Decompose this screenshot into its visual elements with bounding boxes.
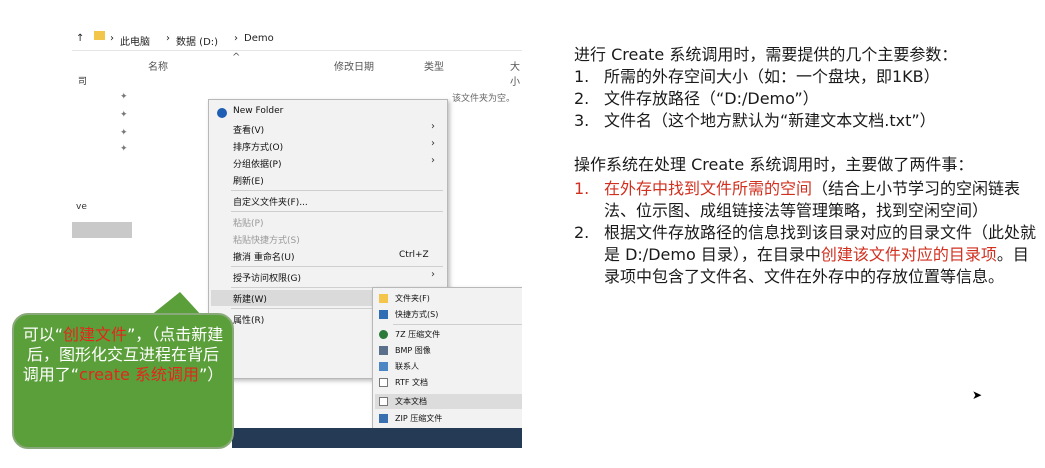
chevron-right-icon: › (234, 33, 238, 44)
chevron-right-icon: › (431, 138, 435, 149)
pin-icon[interactable]: ✦ (120, 144, 128, 154)
list-text: 文件名（这个地方默认为“新建文本文档.txt”） (604, 111, 936, 130)
sidebar-selected-item[interactable] (72, 222, 132, 238)
rtf-document-icon (379, 378, 388, 387)
up-arrow-icon[interactable]: ↑ (76, 33, 84, 44)
list-number: 1. (574, 67, 590, 86)
sidebar-label[interactable]: ve (76, 202, 87, 212)
submenu-item-zip[interactable]: ZIP 压缩文件 (395, 413, 442, 424)
new-folder-icon (217, 108, 227, 118)
list-number: 3. (574, 111, 590, 130)
submenu-item-rtf[interactable]: RTF 文档 (395, 377, 428, 388)
list-item: 2. 根据文件存放路径的信息找到该目录对应的目录文件（此处就是 D:/Demo … (574, 222, 1036, 288)
empty-folder-message: 该文件夹为空。 (452, 94, 516, 104)
breadcrumb-this-pc[interactable]: 此电脑 (120, 33, 150, 48)
list-number: 2. (574, 89, 590, 108)
list-number: 1. (574, 179, 590, 198)
menu-item-give-access[interactable]: 授予访问权限(G) (233, 271, 301, 284)
menu-item-view[interactable]: 查看(V) (233, 123, 264, 136)
menu-item-new[interactable]: 新建(W) (233, 292, 267, 305)
list-item: 1. 所需的外存空间大小（如：一个盘块，即1KB） (574, 66, 1036, 88)
list-text: 在外存中找到文件所需的空间（结合上小节学习的空闲链表法、位示图、成组链接法等管理… (604, 178, 1036, 222)
menu-item-customize-folder[interactable]: 自定义文件夹(F)... (233, 195, 308, 208)
shortcut-icon (379, 310, 388, 319)
submenu-item-text-document[interactable]: 文本文档 (395, 396, 427, 407)
text-document-icon (379, 397, 388, 406)
taskbar (232, 428, 522, 448)
chevron-right-icon: › (110, 33, 114, 44)
step2-highlight: 创建该文件对应的目录项 (820, 245, 997, 264)
folder-icon (94, 31, 105, 40)
zip-archive-icon (379, 414, 388, 423)
menu-item-paste: 粘贴(P) (233, 219, 264, 229)
callout-text: 可以“ (22, 325, 63, 344)
column-date-modified[interactable]: 修改日期 (334, 58, 374, 73)
menu-divider (231, 211, 443, 212)
folder-icon (379, 294, 388, 303)
chevron-right-icon: › (431, 269, 435, 280)
list-item: 2. 文件存放路径（“D:/Demo”） (574, 88, 1036, 110)
menu-item-group[interactable]: 分组依据(P) (233, 157, 281, 170)
chevron-right-icon: › (431, 121, 435, 132)
contact-icon (379, 362, 388, 371)
submenu-item-shortcut[interactable]: 快捷方式(S) (395, 309, 438, 320)
chevron-right-icon: › (166, 33, 170, 44)
os-intro: 操作系统在处理 Create 系统调用时，主要做了两件事： (574, 155, 974, 174)
address-bar[interactable]: ↑ › 此电脑 › 数据 (D:) › Demo (72, 28, 522, 51)
submenu-item-bmp[interactable]: BMP 图像 (395, 345, 431, 356)
pin-icon[interactable]: ✦ (120, 110, 128, 120)
breadcrumb-demo[interactable]: Demo (244, 33, 274, 44)
menu-item-refresh[interactable]: 刷新(E) (233, 174, 264, 187)
submenu-item-contact[interactable]: 联系人 (395, 361, 419, 372)
column-size[interactable]: 大小 (510, 58, 522, 88)
pin-icon[interactable]: ✦ (120, 92, 128, 102)
chevron-right-icon: › (431, 155, 435, 166)
menu-divider (231, 266, 443, 267)
menu-item-undo-rename[interactable]: 撤消 重命名(U) (233, 250, 294, 263)
mouse-cursor-icon: ➤ (972, 388, 983, 402)
breadcrumb-drive-d[interactable]: 数据 (D:) (176, 33, 218, 48)
menu-item-paste-shortcut: 粘贴快捷方式(S) (233, 236, 300, 246)
pin-icon[interactable]: ✦ (120, 128, 128, 138)
list-item: 1. 在外存中找到文件所需的空间（结合上小节学习的空闲链表法、位示图、成组链接法… (574, 178, 1036, 222)
menu-item-new-folder[interactable]: New Folder (233, 106, 283, 116)
7z-archive-icon (379, 330, 388, 339)
list-number: 2. (574, 223, 590, 242)
submenu-item-7z[interactable]: 7Z 压缩文件 (395, 329, 440, 340)
list-text: 文件存放路径（“D:/Demo”） (604, 89, 819, 108)
explanation-panel: 进行 Create 系统调用时，需要提供的几个主要参数： 1. 所需的外存空间大… (574, 44, 1036, 288)
callout-note: 可以“创建文件”，（点击新建后，图形化交互进程在背后调用了“create 系统调… (12, 313, 234, 449)
list-text: 根据文件存放路径的信息找到该目录对应的目录文件（此处就是 D:/Demo 目录）… (604, 222, 1036, 288)
menu-divider (393, 324, 522, 325)
menu-divider (231, 190, 443, 191)
new-submenu: 文件夹(F) 快捷方式(S) 7Z 压缩文件 BMP 图像 联系人 RTF 文档… (372, 287, 522, 435)
menu-item-properties[interactable]: 属性(R) (233, 313, 264, 326)
params-intro: 进行 Create 系统调用时，需要提供的几个主要参数： (574, 45, 958, 64)
callout-highlight: 创建文件 (62, 325, 127, 344)
sidebar-label[interactable]: 司 (78, 74, 87, 87)
list-text: 所需的外存空间大小（如：一个盘块，即1KB） (604, 67, 940, 86)
step1-highlight: 在外存中找到文件所需的空间 (604, 179, 813, 198)
column-type[interactable]: 类型 (424, 58, 444, 73)
callout-text: ”） (198, 365, 224, 384)
undo-shortcut: Ctrl+Z (399, 250, 429, 260)
submenu-item-folder[interactable]: 文件夹(F) (395, 293, 430, 304)
callout-highlight: create 系统调用 (79, 365, 199, 384)
bmp-image-icon (379, 346, 388, 355)
sort-caret-icon: ^ (232, 52, 241, 63)
column-name[interactable]: 名称 (148, 58, 168, 73)
menu-item-sort[interactable]: 排序方式(O) (233, 140, 283, 153)
list-item: 3. 文件名（这个地方默认为“新建文本文档.txt”） (574, 110, 1036, 132)
